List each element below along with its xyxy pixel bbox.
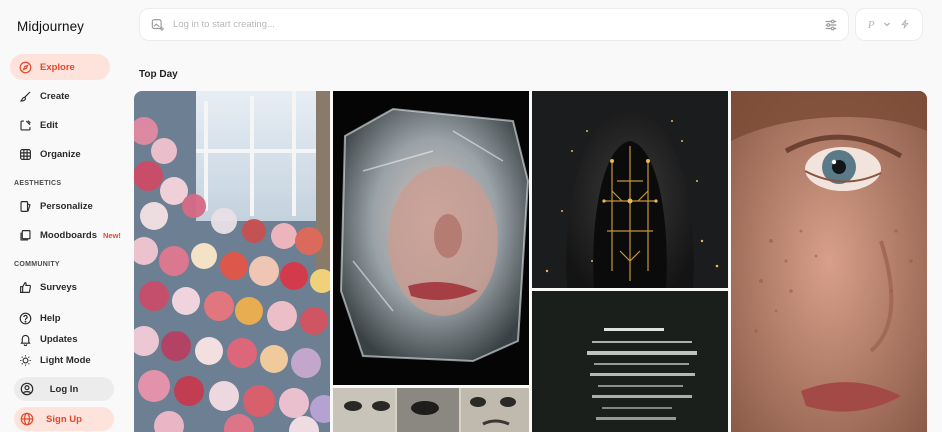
sidebar: Midjourney Explore Create Edit Organize …	[0, 0, 128, 432]
compass-icon	[19, 61, 32, 74]
grid-icon	[19, 148, 32, 161]
sidebar-item-label: Edit	[40, 119, 58, 131]
feed-image-ice-face[interactable]	[333, 91, 529, 385]
feed-image-hooded-circuit-face[interactable]	[532, 91, 728, 288]
sliders-icon[interactable]	[824, 18, 838, 32]
chevron-down-icon[interactable]	[882, 16, 892, 34]
section-label-aesthetics: AESTHETICS	[14, 180, 62, 187]
sidebar-item-edit[interactable]: Edit	[10, 112, 110, 138]
sun-icon	[19, 354, 32, 367]
sidebar-item-label: Personalize	[40, 200, 93, 212]
sidebar-item-label: Surveys	[40, 281, 77, 293]
moodboard-icon	[19, 229, 32, 242]
login-button[interactable]: Log In	[14, 377, 114, 401]
sidebar-item-moodboards[interactable]: Moodboards New!	[10, 222, 121, 248]
personalize-toggle[interactable]: P	[868, 19, 875, 31]
brush-icon	[19, 90, 32, 103]
new-badge: New!	[103, 230, 121, 240]
sidebar-item-label: Help	[40, 312, 61, 324]
feed-image-newspaper-faces[interactable]	[333, 388, 529, 432]
lightning-icon[interactable]	[900, 16, 910, 34]
prompt-input[interactable]	[173, 19, 824, 30]
sidebar-item-label: Create	[40, 90, 70, 102]
section-label-community: COMMUNITY	[14, 261, 60, 268]
user-circle-icon	[20, 382, 34, 396]
prompt-bar[interactable]	[139, 8, 849, 41]
feed-title: Top Day	[139, 69, 178, 80]
feed-image-motion-blur-lines[interactable]	[532, 291, 728, 432]
sidebar-item-label: Updates	[40, 333, 78, 345]
sidebar-item-label: Explore	[40, 61, 75, 73]
bell-icon	[19, 333, 32, 346]
add-image-icon[interactable]	[151, 18, 165, 32]
globe-icon	[20, 412, 34, 426]
sidebar-item-label: Moodboards	[40, 229, 97, 241]
sidebar-item-label: Organize	[40, 148, 81, 160]
sidebar-item-explore[interactable]: Explore	[10, 54, 110, 80]
palette-book-icon	[19, 200, 32, 213]
thumbs-up-icon	[19, 281, 32, 294]
sidebar-item-create[interactable]: Create	[10, 83, 110, 109]
sidebar-item-label: Light Mode	[40, 354, 91, 366]
sidebar-item-surveys[interactable]: Surveys	[10, 274, 110, 300]
sidebar-item-light-mode[interactable]: Light Mode	[10, 347, 110, 373]
sidebar-item-organize[interactable]: Organize	[10, 141, 110, 167]
edit-frame-icon	[19, 119, 32, 132]
sidebar-item-personalize[interactable]: Personalize	[10, 193, 110, 219]
signup-button[interactable]: Sign Up	[14, 407, 114, 431]
help-icon	[19, 312, 32, 325]
feed-image-freckled-face-closeup[interactable]	[731, 91, 927, 432]
app-logo[interactable]: Midjourney	[17, 19, 84, 34]
mode-controls: P	[855, 8, 923, 41]
feed-image-flower-room[interactable]	[134, 91, 330, 432]
